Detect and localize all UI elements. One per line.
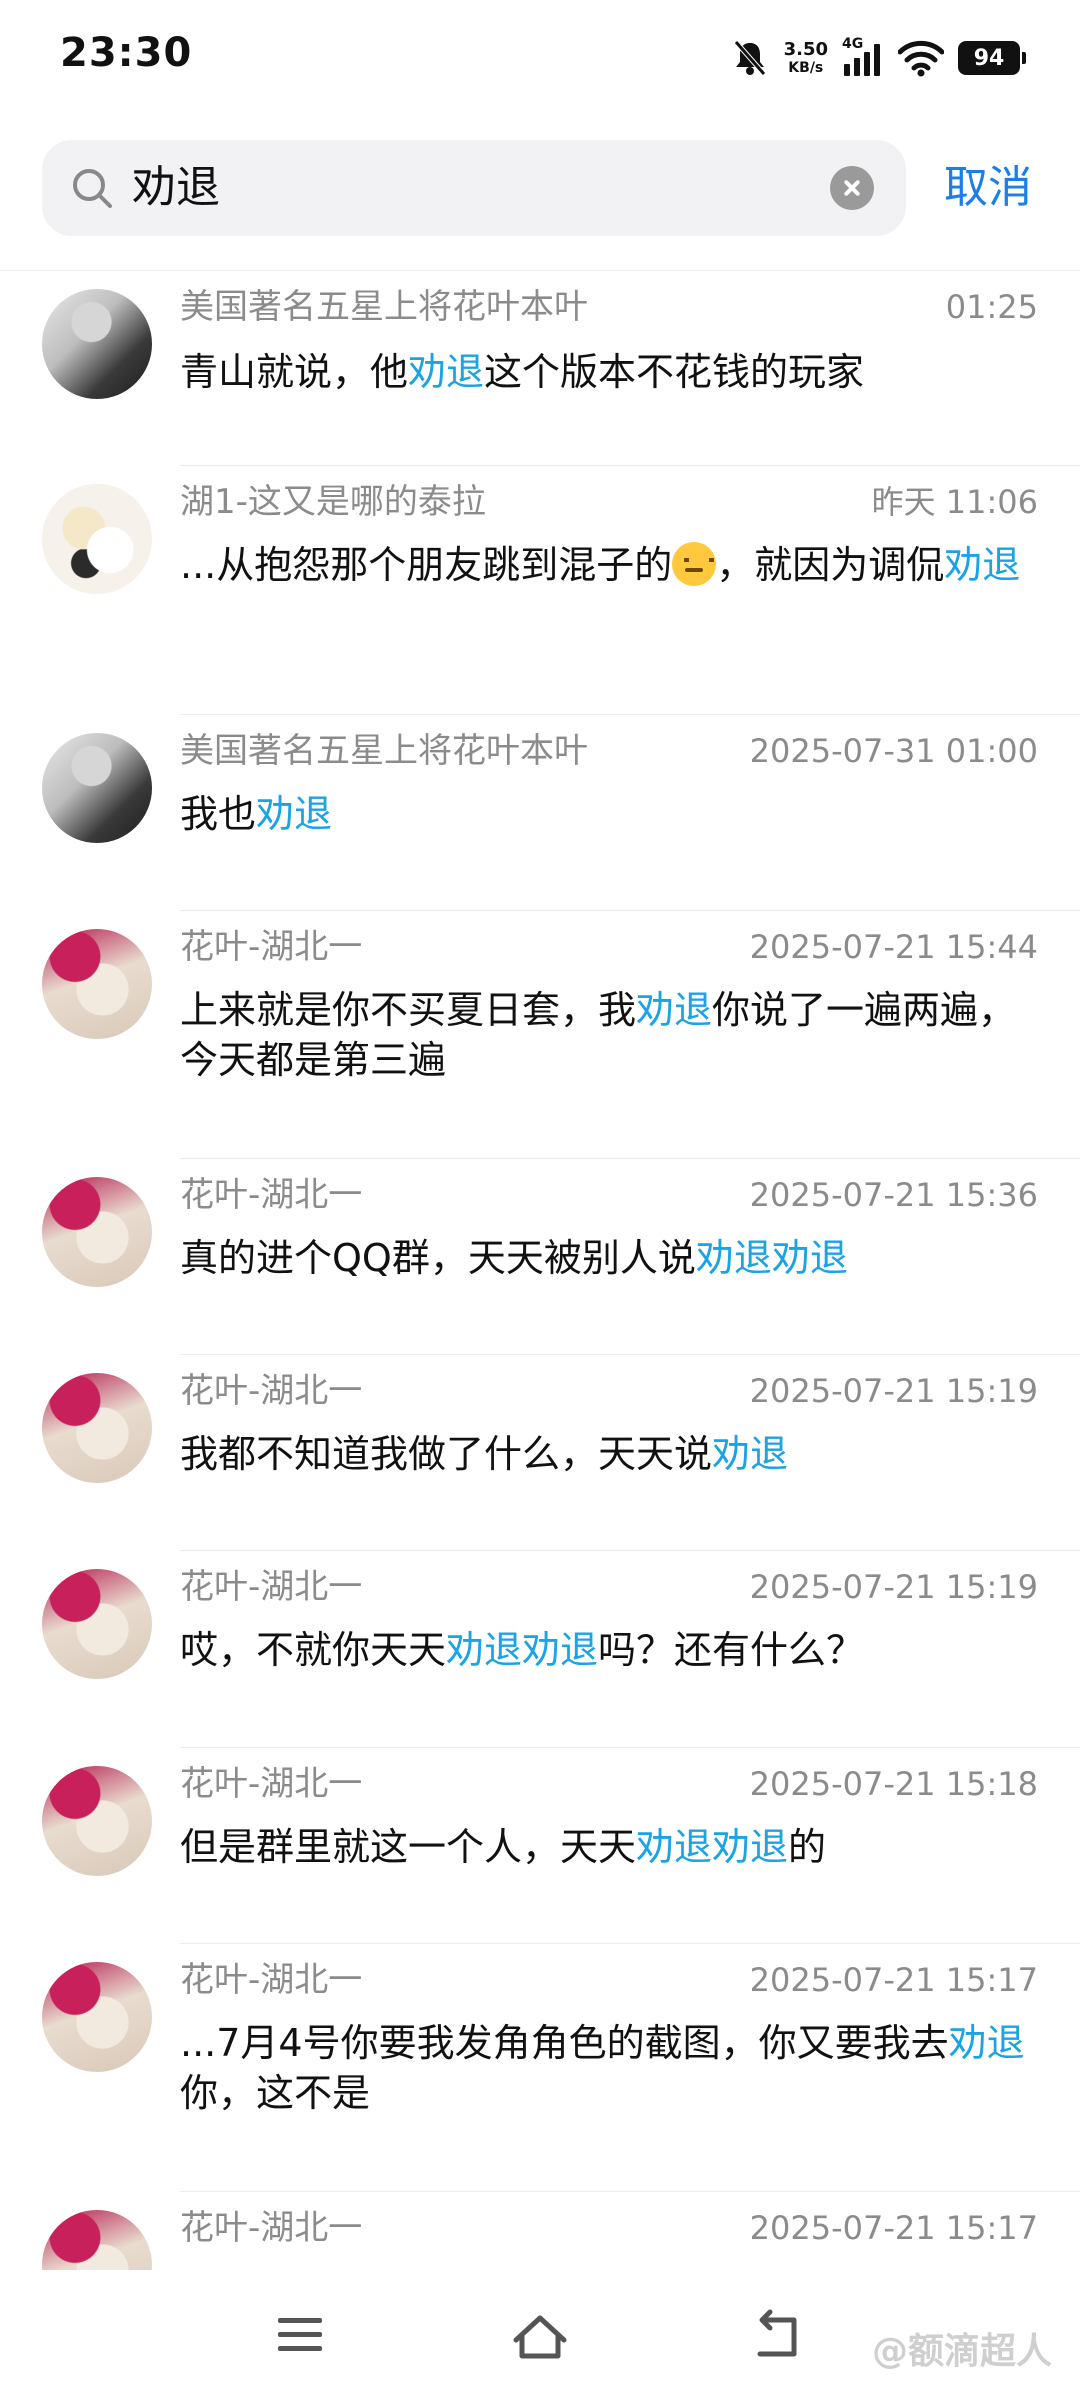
message-time: 2025-07-21 15:18 <box>749 1765 1038 1803</box>
list-item[interactable]: 花叶-湖北一 2025-07-21 15:18 但是群里就这一个人，天天劝退劝退… <box>0 1748 1080 1944</box>
sender-name: 美国著名五星上将花叶本叶 <box>180 731 588 771</box>
network-type: 4G <box>842 36 864 52</box>
back-icon[interactable] <box>740 2296 820 2376</box>
list-item[interactable]: 花叶-湖北一 2025-07-21 15:19 我都不知道我做了什么，天天说劝退 <box>0 1355 1080 1551</box>
mute-bell-icon <box>733 40 766 76</box>
avatar <box>42 484 152 594</box>
sender-name: 花叶-湖北一 <box>180 1567 363 1607</box>
avatar <box>42 1962 152 2072</box>
status-bar: 23:30 3.50 KB/s 4G 94 <box>0 0 1080 120</box>
message-text: 哎，不就你天天劝退劝退吗？还有什么？ <box>180 1628 865 1672</box>
battery-level: 94 <box>973 45 1005 71</box>
sender-name: 花叶-湖北一 <box>180 1960 363 2000</box>
message-text: 上来就是你不买夏日套，我劝退你说了一遍两遍，今天都是第三遍 <box>180 988 1017 1082</box>
search-icon <box>73 169 112 208</box>
sender-name: 湖1-这又是哪的泰拉 <box>180 482 486 522</box>
message-time: 昨天 11:06 <box>871 483 1038 521</box>
avatar <box>42 1177 152 1287</box>
list-item[interactable]: 花叶-湖北一 2025-07-21 15:44 上来就是你不买夏日套，我劝退你说… <box>0 911 1080 1159</box>
message-time: 2025-07-21 15:19 <box>749 1568 1038 1606</box>
list-item[interactable]: 花叶-湖北一 2025-07-21 15:19 哎，不就你天天劝退劝退吗？还有什… <box>0 1551 1080 1748</box>
sender-name: 花叶-湖北一 <box>180 1764 363 1804</box>
avatar <box>42 1766 152 1876</box>
cancel-button[interactable]: 取消 <box>944 160 1032 216</box>
wifi-icon <box>898 40 944 77</box>
watermark: @额滴超人 <box>871 2331 1052 2372</box>
message-time: 01:25 <box>945 288 1038 326</box>
list-item[interactable]: 花叶-湖北一 2025-07-21 15:17 ...7月4号你要我发角角色的截… <box>0 1944 1080 2192</box>
message-text: 青山就说，他劝退这个版本不花钱的玩家 <box>180 350 865 394</box>
list-item[interactable]: 美国著名五星上将花叶本叶 01:25 青山就说，他劝退这个版本不花钱的玩家 <box>0 271 1080 466</box>
search-box[interactable]: 劝退 <box>42 140 906 236</box>
message-text: 我也劝退 <box>180 792 333 836</box>
status-icons: 3.50 KB/s 4G 94 <box>730 34 1026 82</box>
avatar <box>42 929 152 1039</box>
avatar <box>42 289 152 399</box>
avatar <box>42 1373 152 1483</box>
message-text: ...7月4号你要我发角角色的截图，你又要我去劝退你，这不是 <box>180 2021 1025 2115</box>
clear-icon[interactable] <box>830 166 874 210</box>
list-item[interactable]: 美国著名五星上将花叶本叶 2025-07-31 01:00 我也劝退 <box>0 715 1080 911</box>
net-speed: 3.50 KB/s <box>783 39 828 76</box>
sender-name: 花叶-湖北一 <box>180 927 363 967</box>
message-time: 2025-07-21 15:36 <box>749 1176 1038 1214</box>
avatar <box>42 1569 152 1679</box>
message-text: 真的进个QQ群，天天被别人说劝退劝退 <box>180 1236 848 1280</box>
sender-name: 花叶-湖北一 <box>180 2208 363 2248</box>
disappointed-face-icon <box>672 542 717 586</box>
sender-name: 花叶-湖北一 <box>180 1371 363 1411</box>
search-results-list: 美国著名五星上将花叶本叶 01:25 青山就说，他劝退这个版本不花钱的玩家 湖1… <box>0 271 1080 2320</box>
message-time: 2025-07-21 15:17 <box>749 1961 1038 1999</box>
sender-name: 花叶-湖北一 <box>180 1175 363 1215</box>
battery-icon: 94 <box>958 41 1026 75</box>
status-time: 23:30 <box>60 30 193 76</box>
list-item[interactable]: 湖1-这又是哪的泰拉 昨天 11:06 ...从抱怨那个朋友跳到混子的 ，就因为调… <box>0 466 1080 715</box>
system-nav-bar: @额滴超人 <box>0 2270 1080 2400</box>
message-time: 2025-07-31 01:00 <box>749 732 1038 770</box>
sender-name: 美国著名五星上将花叶本叶 <box>180 287 588 327</box>
list-item[interactable]: 花叶-湖北一 2025-07-21 15:36 真的进个QQ群，天天被别人说劝退… <box>0 1159 1080 1355</box>
message-time: 2025-07-21 15:19 <box>749 1372 1038 1410</box>
message-time: 2025-07-21 15:17 <box>749 2209 1038 2247</box>
message-text: ...从抱怨那个朋友跳到混子的 ，就因为调侃劝退 <box>180 542 1021 587</box>
avatar <box>42 733 152 843</box>
message-text: 但是群里就这一个人，天天劝退劝退的 <box>180 1825 827 1869</box>
menu-icon[interactable] <box>260 2296 340 2376</box>
net-speed-unit: KB/s <box>788 60 824 76</box>
message-time: 2025-07-21 15:44 <box>749 928 1038 966</box>
search-input[interactable]: 劝退 <box>132 160 220 216</box>
signal-icon: 4G <box>842 36 884 78</box>
message-text: 我都不知道我做了什么，天天说劝退 <box>180 1432 789 1476</box>
net-speed-value: 3.50 <box>783 39 828 60</box>
home-icon[interactable] <box>500 2296 580 2376</box>
